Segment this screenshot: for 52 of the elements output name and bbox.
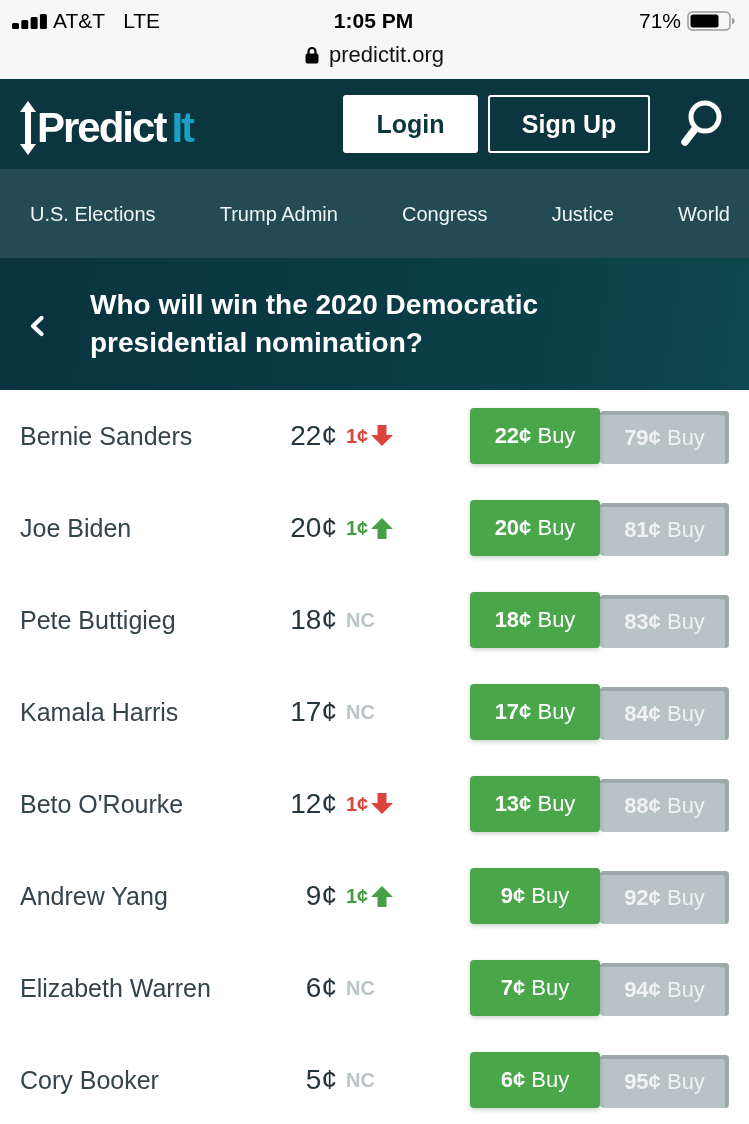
price-text: 12¢ [289, 788, 337, 820]
price-change-text: 1¢ [346, 424, 369, 448]
clock-time: 1:05 PM [333, 9, 414, 33]
battery-percent: 71% [638, 9, 681, 33]
candidate-name: Bernie Sanders [20, 421, 194, 451]
nav-link[interactable]: U.S. Elections [30, 201, 156, 226]
price-text: 17¢ [289, 696, 337, 728]
yes-buy-button[interactable]: 17¢ Buy [470, 684, 600, 740]
back-icon[interactable] [29, 315, 45, 337]
candidate-name: Beto O'Rourke [20, 789, 185, 819]
search-icon[interactable] [680, 100, 722, 148]
logo-arrow-icon [20, 101, 36, 155]
lock-icon [305, 46, 319, 64]
price-text: 9¢ [304, 880, 337, 912]
candidate-name: Kamala Harris [20, 697, 180, 727]
yes-buy-button[interactable]: 18¢ Buy [470, 592, 600, 648]
network-type: LTE [123, 9, 161, 33]
price-text: 22¢ [289, 420, 337, 452]
yes-buy-button[interactable]: 9¢ Buy [470, 868, 600, 924]
nav-link[interactable]: Trump Admin [219, 201, 338, 226]
yes-buy-button[interactable]: 20¢ Buy [470, 500, 600, 556]
yes-buy-button[interactable]: 7¢ Buy [470, 960, 600, 1016]
price-text: 5¢ [304, 1064, 337, 1096]
price-change-text: 1¢ [346, 792, 369, 816]
price-change-text: NC [346, 976, 375, 1000]
logo-text[interactable]: PredictIt [37, 104, 194, 152]
battery-icon [687, 11, 735, 31]
price-change-text: 1¢ [346, 516, 369, 540]
price-change-text: NC [346, 608, 375, 632]
login-button[interactable]: Login [343, 95, 478, 153]
candidate-name: Andrew Yang [20, 881, 169, 911]
nav-link[interactable]: Justice [551, 201, 614, 226]
price-text: 6¢ [304, 972, 337, 1004]
signal-icon [12, 13, 47, 29]
price-text: 20¢ [289, 512, 337, 544]
url-text[interactable]: predictit.org [329, 42, 444, 68]
candidate-name: Cory Booker [20, 1065, 160, 1095]
carrier-name: AT&T [53, 9, 106, 33]
sign-up-button[interactable]: Sign Up [488, 95, 650, 153]
nav-link[interactable]: World [678, 201, 730, 226]
candidate-name: Joe Biden [20, 513, 133, 543]
nav-link[interactable]: Congress [402, 201, 488, 226]
price-change-text: NC [346, 700, 375, 724]
yes-buy-button[interactable]: 13¢ Buy [470, 776, 600, 832]
yes-buy-button[interactable]: 6¢ Buy [470, 1052, 600, 1108]
price-text: 18¢ [289, 604, 337, 636]
candidate-name: Pete Buttigieg [20, 605, 177, 635]
yes-buy-button[interactable]: 22¢ Buy [470, 408, 600, 464]
price-change-text: NC [346, 1068, 375, 1092]
market-title: Who will win the 2020 Democratic presidential nomination? [90, 288, 540, 360]
price-change-text: 1¢ [346, 884, 369, 908]
candidate-name: Elizabeth Warren [20, 973, 212, 1003]
